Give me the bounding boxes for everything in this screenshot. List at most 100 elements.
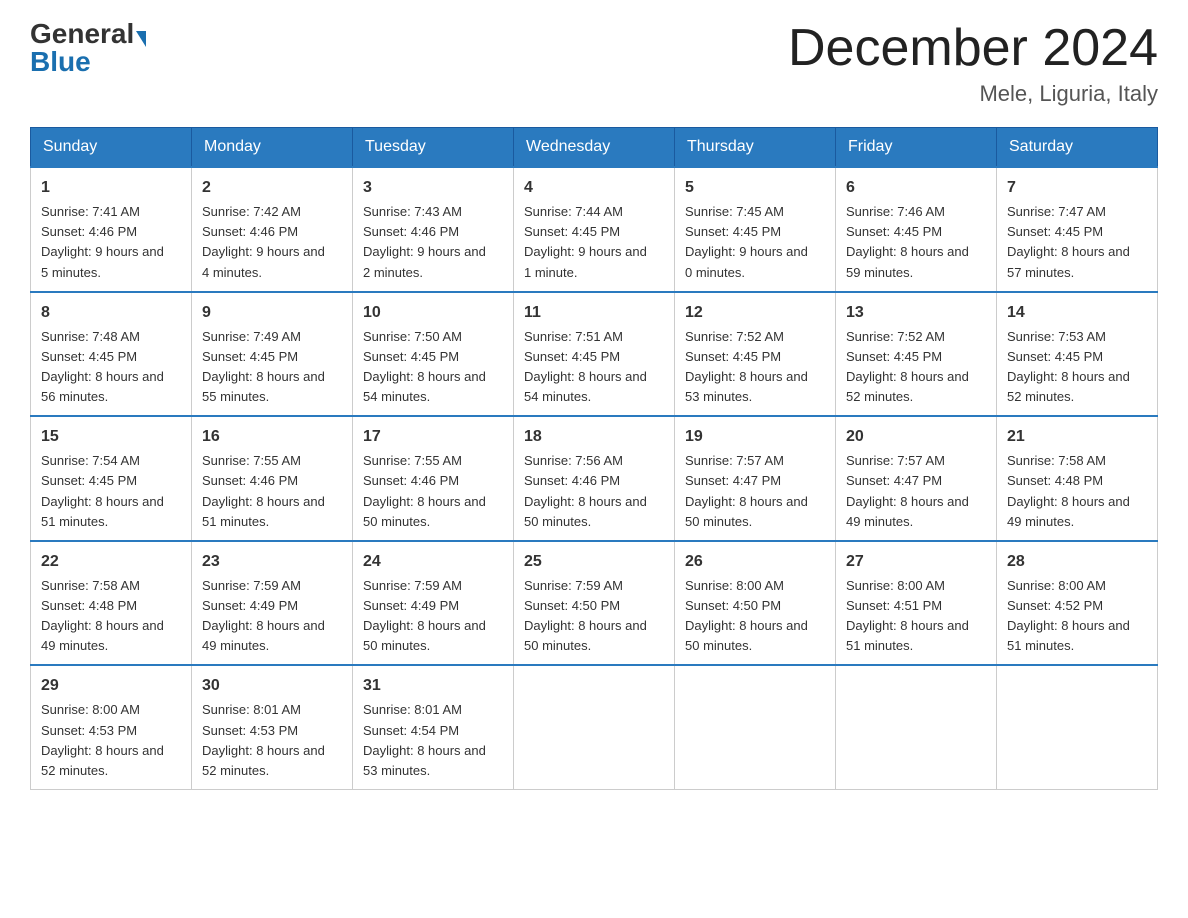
day-info: Sunrise: 7:59 AMSunset: 4:50 PMDaylight:… (524, 578, 647, 653)
calendar-cell: 29 Sunrise: 8:00 AMSunset: 4:53 PMDayligh… (31, 665, 192, 789)
day-info: Sunrise: 8:01 AMSunset: 4:54 PMDaylight:… (363, 702, 486, 777)
day-number: 20 (846, 425, 986, 449)
day-info: Sunrise: 7:50 AMSunset: 4:45 PMDaylight:… (363, 329, 486, 404)
week-row-4: 22 Sunrise: 7:58 AMSunset: 4:48 PMDayligh… (31, 541, 1158, 666)
day-info: Sunrise: 7:42 AMSunset: 4:46 PMDaylight:… (202, 204, 325, 279)
calendar-cell (836, 665, 997, 789)
day-number: 30 (202, 674, 342, 698)
day-number: 15 (41, 425, 181, 449)
calendar-cell: 4 Sunrise: 7:44 AMSunset: 4:45 PMDaylight… (514, 167, 675, 292)
day-number: 18 (524, 425, 664, 449)
calendar-table: Sunday Monday Tuesday Wednesday Thursday… (30, 127, 1158, 790)
calendar-cell: 7Sunrise: 7:47 AMSunset: 4:45 PMDaylight… (997, 167, 1158, 292)
day-number: 1 (41, 176, 181, 200)
day-info: Sunrise: 7:52 AMSunset: 4:45 PMDaylight:… (685, 329, 808, 404)
calendar-cell: 9Sunrise: 7:49 AMSunset: 4:45 PMDaylight… (192, 292, 353, 417)
calendar-cell: 12 Sunrise: 7:52 AMSunset: 4:45 PMDayligh… (675, 292, 836, 417)
day-number: 2 (202, 176, 342, 200)
day-info: Sunrise: 7:47 AMSunset: 4:45 PMDaylight:… (1007, 204, 1130, 279)
calendar-cell: 2 Sunrise: 7:42 AMSunset: 4:46 PMDaylight… (192, 167, 353, 292)
calendar-cell (675, 665, 836, 789)
day-info: Sunrise: 7:58 AMSunset: 4:48 PMDaylight:… (1007, 453, 1130, 528)
day-info: Sunrise: 7:57 AMSunset: 4:47 PMDaylight:… (846, 453, 969, 528)
calendar-cell: 11Sunrise: 7:51 AMSunset: 4:45 PMDayligh… (514, 292, 675, 417)
day-info: Sunrise: 7:57 AMSunset: 4:47 PMDaylight:… (685, 453, 808, 528)
weekday-header-row: Sunday Monday Tuesday Wednesday Thursday… (31, 128, 1158, 168)
day-number: 14 (1007, 301, 1147, 325)
day-number: 12 (685, 301, 825, 325)
day-number: 25 (524, 550, 664, 574)
calendar-cell: 6 Sunrise: 7:46 AMSunset: 4:45 PMDaylight… (836, 167, 997, 292)
calendar-cell: 30 Sunrise: 8:01 AMSunset: 4:53 PMDayligh… (192, 665, 353, 789)
day-number: 6 (846, 176, 986, 200)
calendar-cell: 15Sunrise: 7:54 AMSunset: 4:45 PMDayligh… (31, 416, 192, 541)
day-number: 28 (1007, 550, 1147, 574)
day-number: 26 (685, 550, 825, 574)
day-number: 31 (363, 674, 503, 698)
day-info: Sunrise: 7:46 AMSunset: 4:45 PMDaylight:… (846, 204, 969, 279)
logo-general-text: General (30, 18, 134, 49)
day-number: 4 (524, 176, 664, 200)
week-row-5: 29 Sunrise: 8:00 AMSunset: 4:53 PMDayligh… (31, 665, 1158, 789)
day-number: 22 (41, 550, 181, 574)
week-row-2: 8 Sunrise: 7:48 AMSunset: 4:45 PMDaylight… (31, 292, 1158, 417)
day-info: Sunrise: 7:56 AMSunset: 4:46 PMDaylight:… (524, 453, 647, 528)
day-info: Sunrise: 7:53 AMSunset: 4:45 PMDaylight:… (1007, 329, 1130, 404)
header-tuesday: Tuesday (353, 128, 514, 168)
calendar-cell: 10 Sunrise: 7:50 AMSunset: 4:45 PMDayligh… (353, 292, 514, 417)
logo: General Blue (30, 20, 146, 76)
day-number: 23 (202, 550, 342, 574)
calendar-cell: 27 Sunrise: 8:00 AMSunset: 4:51 PMDayligh… (836, 541, 997, 666)
calendar-cell: 20 Sunrise: 7:57 AMSunset: 4:47 PMDayligh… (836, 416, 997, 541)
calendar-cell: 22 Sunrise: 7:58 AMSunset: 4:48 PMDayligh… (31, 541, 192, 666)
day-info: Sunrise: 7:48 AMSunset: 4:45 PMDaylight:… (41, 329, 164, 404)
day-info: Sunrise: 8:00 AMSunset: 4:52 PMDaylight:… (1007, 578, 1130, 653)
day-number: 10 (363, 301, 503, 325)
calendar-cell: 21 Sunrise: 7:58 AMSunset: 4:48 PMDayligh… (997, 416, 1158, 541)
calendar-cell: 18 Sunrise: 7:56 AMSunset: 4:46 PMDayligh… (514, 416, 675, 541)
calendar-cell: 28 Sunrise: 8:00 AMSunset: 4:52 PMDayligh… (997, 541, 1158, 666)
location-text: Mele, Liguria, Italy (788, 81, 1158, 107)
day-info: Sunrise: 7:55 AMSunset: 4:46 PMDaylight:… (363, 453, 486, 528)
calendar-cell (514, 665, 675, 789)
day-info: Sunrise: 7:43 AMSunset: 4:46 PMDaylight:… (363, 204, 486, 279)
logo-blue-text: Blue (30, 46, 91, 77)
header-monday: Monday (192, 128, 353, 168)
calendar-cell: 8 Sunrise: 7:48 AMSunset: 4:45 PMDaylight… (31, 292, 192, 417)
page-header: General Blue December 2024 Mele, Liguria… (30, 20, 1158, 107)
header-friday: Friday (836, 128, 997, 168)
calendar-cell: 26 Sunrise: 8:00 AMSunset: 4:50 PMDayligh… (675, 541, 836, 666)
logo-triangle-icon (136, 31, 146, 47)
day-number: 8 (41, 301, 181, 325)
day-info: Sunrise: 8:00 AMSunset: 4:50 PMDaylight:… (685, 578, 808, 653)
day-number: 24 (363, 550, 503, 574)
week-row-3: 15Sunrise: 7:54 AMSunset: 4:45 PMDayligh… (31, 416, 1158, 541)
calendar-cell: 25 Sunrise: 7:59 AMSunset: 4:50 PMDayligh… (514, 541, 675, 666)
day-number: 13 (846, 301, 986, 325)
month-title: December 2024 (788, 20, 1158, 77)
day-info: Sunrise: 7:45 AMSunset: 4:45 PMDaylight:… (685, 204, 808, 279)
day-info: Sunrise: 7:44 AMSunset: 4:45 PMDaylight:… (524, 204, 647, 279)
day-number: 21 (1007, 425, 1147, 449)
week-row-1: 1 Sunrise: 7:41 AMSunset: 4:46 PMDaylight… (31, 167, 1158, 292)
calendar-cell: 19 Sunrise: 7:57 AMSunset: 4:47 PMDayligh… (675, 416, 836, 541)
day-number: 19 (685, 425, 825, 449)
calendar-cell: 17Sunrise: 7:55 AMSunset: 4:46 PMDayligh… (353, 416, 514, 541)
calendar-cell: 31 Sunrise: 8:01 AMSunset: 4:54 PMDayligh… (353, 665, 514, 789)
calendar-cell (997, 665, 1158, 789)
header-sunday: Sunday (31, 128, 192, 168)
title-section: December 2024 Mele, Liguria, Italy (788, 20, 1158, 107)
day-number: 27 (846, 550, 986, 574)
day-info: Sunrise: 8:00 AMSunset: 4:53 PMDaylight:… (41, 702, 164, 777)
logo-bottom: Blue (30, 48, 91, 76)
day-info: Sunrise: 7:41 AMSunset: 4:46 PMDaylight:… (41, 204, 164, 279)
day-info: Sunrise: 8:01 AMSunset: 4:53 PMDaylight:… (202, 702, 325, 777)
day-info: Sunrise: 7:52 AMSunset: 4:45 PMDaylight:… (846, 329, 969, 404)
day-info: Sunrise: 7:55 AMSunset: 4:46 PMDaylight:… (202, 453, 325, 528)
calendar-cell: 3Sunrise: 7:43 AMSunset: 4:46 PMDaylight… (353, 167, 514, 292)
calendar-cell: 23Sunrise: 7:59 AMSunset: 4:49 PMDayligh… (192, 541, 353, 666)
day-number: 29 (41, 674, 181, 698)
day-info: Sunrise: 7:58 AMSunset: 4:48 PMDaylight:… (41, 578, 164, 653)
day-info: Sunrise: 8:00 AMSunset: 4:51 PMDaylight:… (846, 578, 969, 653)
header-thursday: Thursday (675, 128, 836, 168)
